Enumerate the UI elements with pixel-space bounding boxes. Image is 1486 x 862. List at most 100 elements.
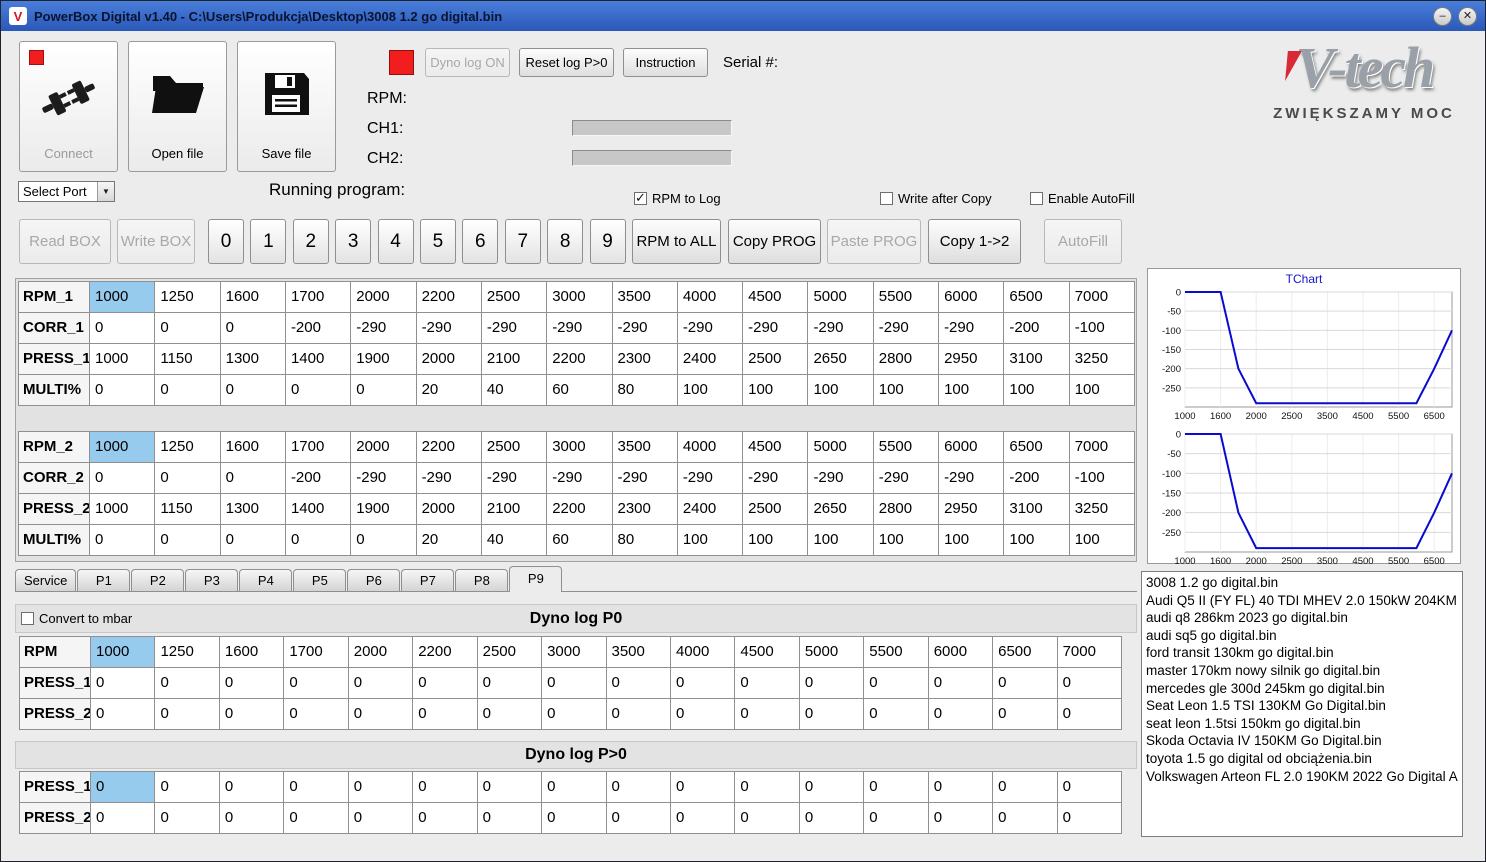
table-cell[interactable]: -200: [285, 463, 351, 493]
table-cell[interactable]: 2200: [547, 494, 612, 524]
copy-1-to-2-button[interactable]: Copy 1->2: [928, 219, 1021, 264]
table-cell[interactable]: 3500: [612, 432, 677, 462]
table-cell[interactable]: 6000: [939, 432, 1004, 462]
tab-p6[interactable]: P6: [347, 569, 401, 591]
table-cell[interactable]: 5000: [808, 432, 873, 462]
table-cell[interactable]: 2500: [743, 494, 808, 524]
table-cell[interactable]: 100: [1004, 525, 1069, 555]
table-cell[interactable]: 2000: [351, 432, 416, 462]
table-cell[interactable]: -200: [285, 313, 351, 343]
tab-p1[interactable]: P1: [77, 569, 131, 591]
file-list-item[interactable]: Audi Q5 II (FY FL) 40 TDI MHEV 2.0 150kW…: [1146, 592, 1458, 610]
table-cell[interactable]: 2950: [939, 494, 1004, 524]
table-cell[interactable]: 0: [735, 668, 799, 698]
table-cell[interactable]: 0: [1057, 699, 1121, 729]
table-cell[interactable]: 100: [808, 525, 873, 555]
table-cell[interactable]: 0: [155, 772, 219, 802]
table-cell[interactable]: 100: [677, 375, 743, 405]
table-cell[interactable]: 0: [993, 668, 1057, 698]
table-cell[interactable]: -290: [939, 313, 1004, 343]
table-cell[interactable]: 0: [670, 772, 735, 802]
table-cell[interactable]: 6500: [1004, 432, 1069, 462]
table-cell[interactable]: 4500: [735, 637, 799, 667]
table-cell[interactable]: -290: [873, 463, 939, 493]
digit-button-0[interactable]: 0: [208, 219, 244, 264]
table-cell[interactable]: 100: [743, 525, 808, 555]
table-cell[interactable]: 0: [864, 803, 928, 833]
table-cell[interactable]: 80: [612, 525, 677, 555]
table-cell[interactable]: 0: [864, 699, 928, 729]
table-cell[interactable]: -290: [939, 463, 1004, 493]
table-cell[interactable]: -290: [808, 463, 873, 493]
tab-p3[interactable]: P3: [185, 569, 239, 591]
table-cell[interactable]: 3500: [612, 282, 677, 312]
table-cell[interactable]: -290: [677, 313, 743, 343]
table-cell[interactable]: -290: [481, 463, 547, 493]
file-list-item[interactable]: audi q8 286km 2023 go digital.bin: [1146, 609, 1458, 627]
convert-to-mbar-checkbox[interactable]: Convert to mbar: [21, 611, 132, 626]
table-cell[interactable]: 100: [1069, 375, 1134, 405]
table-cell[interactable]: 0: [348, 772, 413, 802]
table-cell[interactable]: 0: [477, 803, 542, 833]
table-cell[interactable]: 0: [351, 525, 416, 555]
table-cell[interactable]: 0: [90, 313, 155, 343]
table-cell[interactable]: 20: [416, 375, 481, 405]
table-cell[interactable]: -200: [1004, 313, 1069, 343]
table-cell[interactable]: 0: [606, 699, 670, 729]
table-cell[interactable]: 100: [873, 375, 939, 405]
table-cell[interactable]: 1150: [155, 344, 220, 374]
table-cell[interactable]: 80: [612, 375, 677, 405]
table-cell[interactable]: 0: [155, 699, 219, 729]
table-cell[interactable]: 0: [670, 699, 735, 729]
table-cell[interactable]: 6500: [1004, 282, 1069, 312]
read-box-button[interactable]: Read BOX: [19, 219, 111, 264]
table-cell[interactable]: -290: [351, 313, 416, 343]
table-cell[interactable]: 6000: [939, 282, 1004, 312]
table-cell[interactable]: 7000: [1057, 637, 1121, 667]
table-cell[interactable]: 0: [670, 668, 735, 698]
table-cell[interactable]: 0: [91, 699, 155, 729]
table-cell[interactable]: 2000: [348, 637, 413, 667]
tab-p2[interactable]: P2: [131, 569, 185, 591]
table-cell[interactable]: 0: [155, 803, 219, 833]
table-cell[interactable]: 0: [864, 668, 928, 698]
digit-button-2[interactable]: 2: [292, 219, 329, 264]
table-cell[interactable]: 0: [351, 375, 416, 405]
tab-p7[interactable]: P7: [401, 569, 455, 591]
table-cell[interactable]: 0: [219, 668, 284, 698]
table-cell[interactable]: 2000: [351, 282, 416, 312]
table-cell[interactable]: 0: [606, 772, 670, 802]
table-cell[interactable]: 0: [90, 463, 155, 493]
digit-button-7[interactable]: 7: [504, 219, 541, 264]
table-cell[interactable]: 0: [735, 803, 799, 833]
table-cell[interactable]: 0: [348, 699, 413, 729]
table-cell[interactable]: 0: [413, 803, 477, 833]
table-cell[interactable]: 3000: [547, 432, 612, 462]
table-cell[interactable]: -200: [1004, 463, 1069, 493]
table-cell[interactable]: 20: [416, 525, 481, 555]
table-cell[interactable]: 100: [1069, 525, 1134, 555]
write-after-copy-checkbox[interactable]: Write after Copy: [880, 191, 992, 206]
table-cell[interactable]: 0: [606, 803, 670, 833]
table-cell[interactable]: 1400: [285, 344, 351, 374]
table-cell[interactable]: 0: [284, 772, 348, 802]
write-box-button[interactable]: Write BOX: [117, 219, 195, 264]
connect-button[interactable]: Connect: [19, 41, 118, 172]
table-cell[interactable]: -290: [547, 463, 612, 493]
table-cell[interactable]: 2800: [873, 494, 939, 524]
table-cell[interactable]: 0: [1057, 803, 1121, 833]
table-cell[interactable]: 0: [285, 375, 351, 405]
table-cell[interactable]: 1000: [90, 282, 155, 312]
table-cell[interactable]: -290: [743, 313, 808, 343]
table-cell[interactable]: 100: [1004, 375, 1069, 405]
table-cell[interactable]: 0: [220, 525, 285, 555]
paste-prog-button[interactable]: Paste PROG: [827, 219, 921, 264]
table-cell[interactable]: 3100: [1004, 494, 1069, 524]
table-cell[interactable]: 5500: [873, 432, 939, 462]
table-cell[interactable]: 0: [413, 699, 477, 729]
table-cell[interactable]: 5000: [799, 637, 864, 667]
table-cell[interactable]: 1150: [155, 494, 220, 524]
table-cell[interactable]: 1600: [220, 282, 285, 312]
table-cell[interactable]: 1300: [220, 494, 285, 524]
open-file-button[interactable]: Open file: [128, 41, 227, 172]
